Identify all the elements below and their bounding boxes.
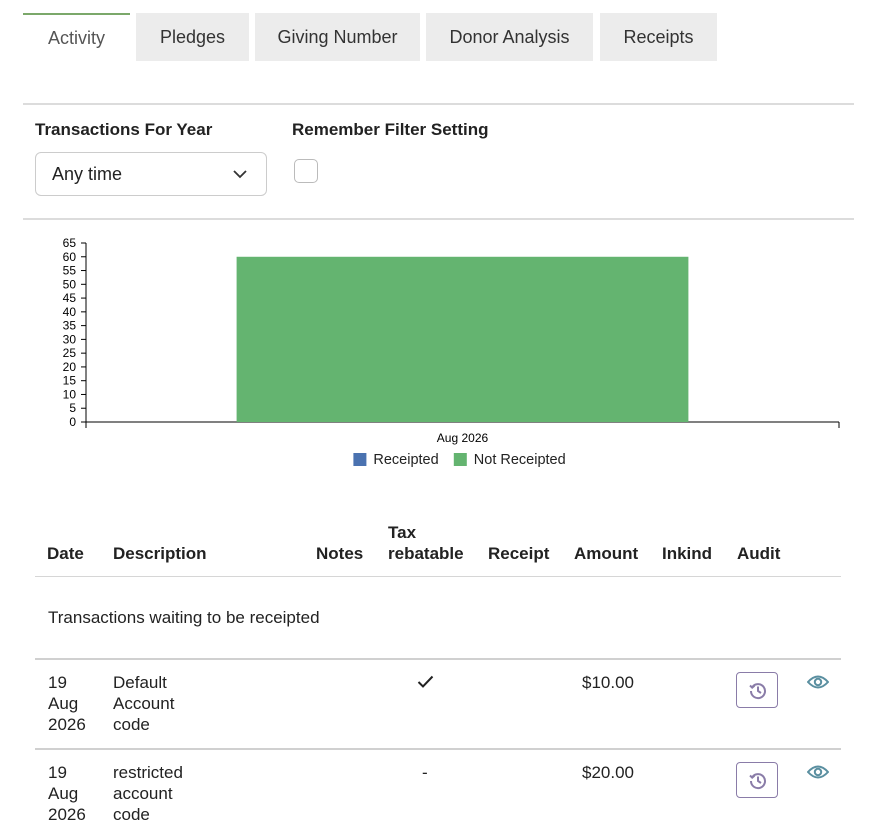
history-icon [749,683,766,700]
remember-filter-checkbox[interactable] [294,159,318,183]
legend-swatch [353,453,367,466]
history-icon [749,773,766,790]
col-receipt: Receipt [488,544,550,563]
legend-label: Receipted [373,452,438,468]
row-amount: $10.00 [582,673,634,692]
group-label: Transactions waiting to be receipted [48,608,320,627]
y-tick-label: 20 [63,360,77,374]
header-divider [35,576,841,577]
col-inkind: Inkind [662,544,713,563]
year-select[interactable]: Any time [35,152,267,196]
legend-label: Not Receipted [474,452,566,468]
col-date: Date [47,544,84,563]
tab-giving-number[interactable]: Giving Number [255,13,420,61]
bar-not-receipted [236,256,689,422]
checkmark-icon [417,675,434,688]
col-amount: Amount [574,544,639,563]
y-tick-label: 25 [63,346,77,360]
col-audit: Audit [737,544,781,563]
x-tick-label: Aug 2026 [437,431,489,445]
eye-icon[interactable] [807,764,829,780]
group-divider [35,658,841,660]
audit-button[interactable] [736,672,778,708]
y-tick-label: 65 [63,236,77,250]
row-description: restricted account code [113,763,183,824]
chevron-down-icon [233,170,247,179]
row-description: Default Account code [113,673,175,734]
y-tick-label: 30 [63,332,77,346]
tab-donor-analysis[interactable]: Donor Analysis [426,13,593,61]
divider [23,218,854,220]
row-divider [35,748,841,750]
y-tick-label: 45 [63,291,77,305]
remember-filter-label: Remember Filter Setting [292,120,489,139]
y-tick-label: 50 [63,277,77,291]
row-date: 19 Aug 2026 [48,763,86,824]
activity-chart: 05101520253035404550556065 Aug 2026 Receip… [63,236,840,468]
row-tax-rebatable: - [422,763,428,782]
col-description: Description [113,544,207,563]
y-tick-label: 0 [69,415,76,429]
year-filter-label: Transactions For Year [35,120,213,139]
y-tick-label: 55 [63,264,77,278]
y-tick-label: 5 [69,401,76,415]
y-tick-label: 40 [63,305,77,319]
y-tick-label: 35 [63,319,77,333]
tab-activity[interactable]: Activity [23,13,130,61]
tab-receipts[interactable]: Receipts [600,13,717,61]
tab-pledges[interactable]: Pledges [136,13,249,61]
y-tick-label: 15 [63,374,77,388]
col-notes: Notes [316,544,364,563]
eye-icon[interactable] [807,674,829,690]
divider [23,103,854,105]
row-amount: $20.00 [582,763,634,782]
col-tax-line2: rebatable [388,544,464,563]
y-tick-label: 60 [63,250,77,264]
year-select-value: Any time [52,164,123,184]
col-tax-line1: Tax [388,523,417,542]
legend-swatch [453,453,467,466]
y-tick-label: 10 [63,387,77,401]
audit-button[interactable] [736,762,778,798]
row-date: 19 Aug 2026 [48,673,86,734]
